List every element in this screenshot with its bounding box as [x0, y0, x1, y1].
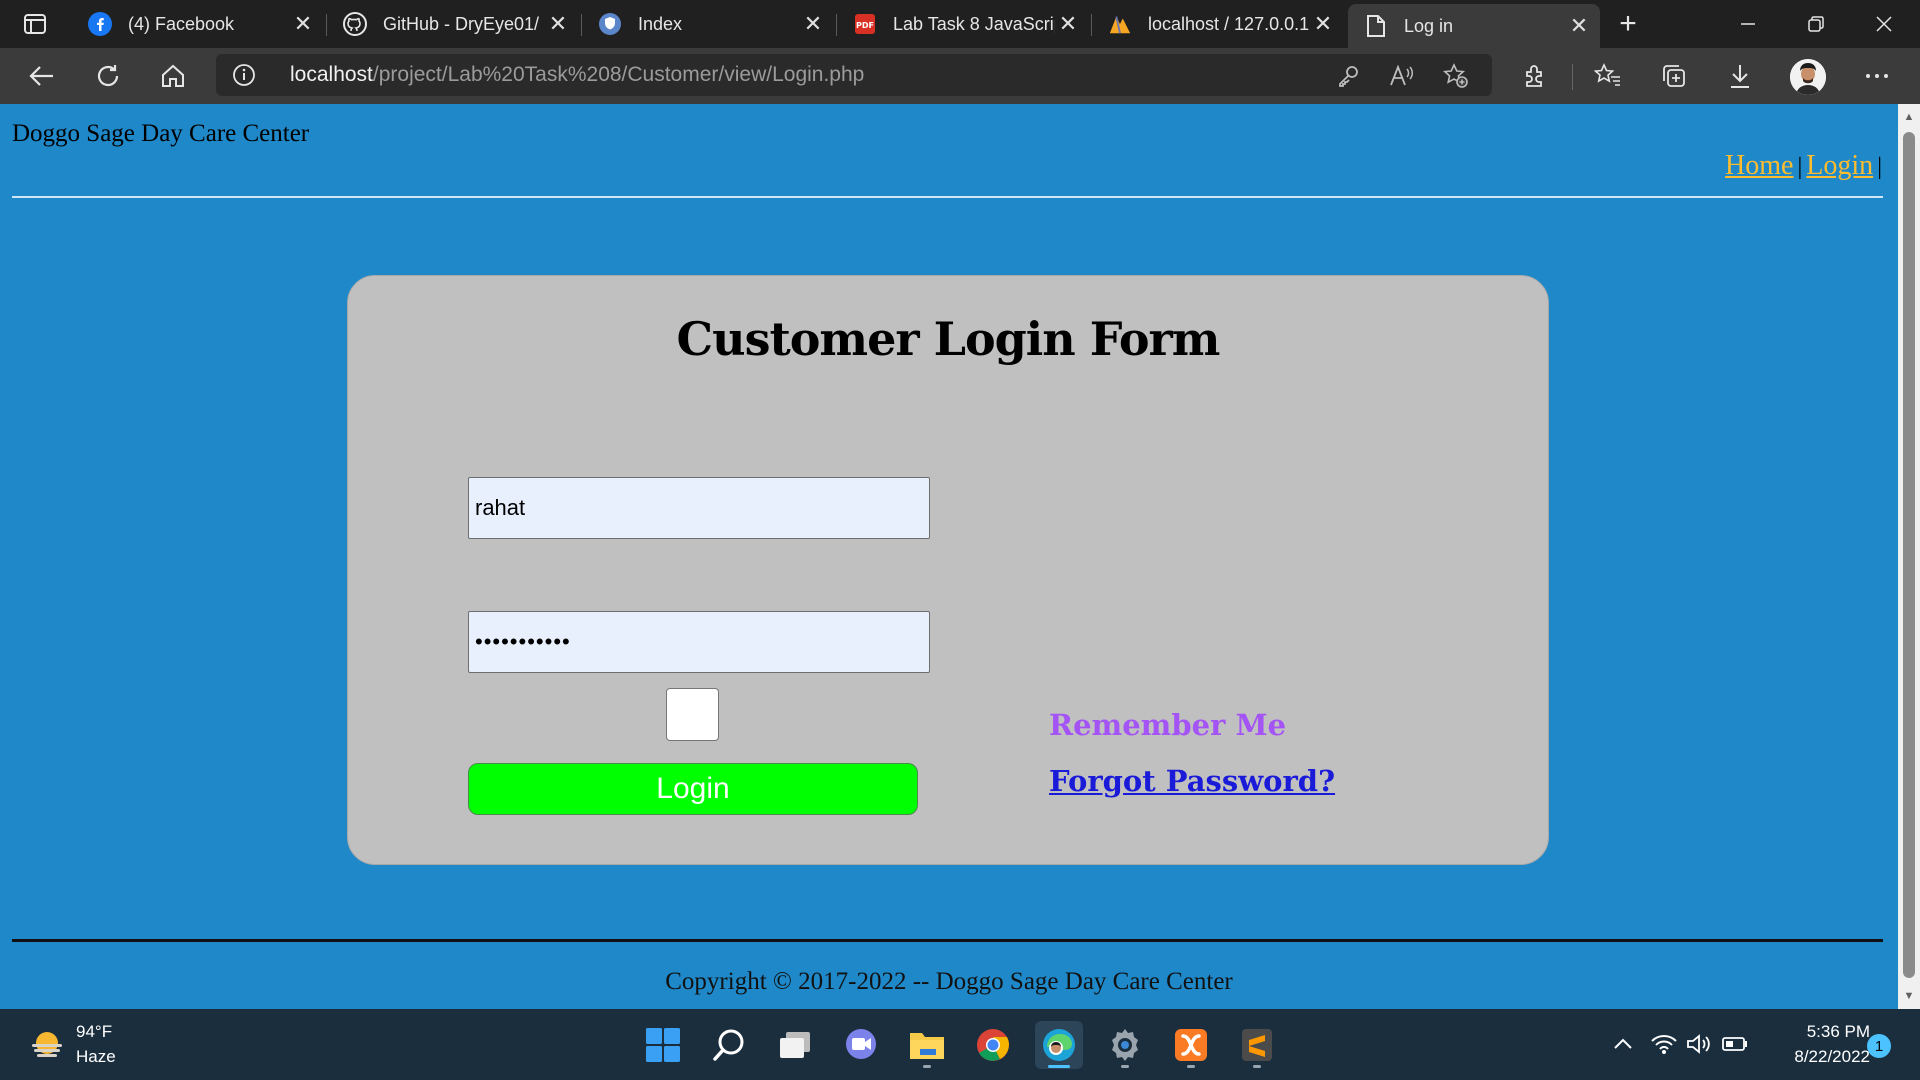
chevron-up-icon[interactable]	[1610, 1031, 1636, 1057]
nav-separator: |	[1877, 154, 1882, 180]
file-explorer-icon[interactable]	[903, 1021, 951, 1069]
url-host: localhost	[290, 63, 373, 86]
tab-title: Index	[638, 13, 683, 34]
copyright-text: Copyright © 2017-2022 -- Doggo Sage Day …	[665, 968, 1233, 995]
tab-phpmyadmin[interactable]: localhost / 127.0.0.1 ✕	[1092, 4, 1344, 44]
tab-actions-icon[interactable]	[18, 10, 52, 38]
weather-temperature[interactable]: 94°F	[76, 1022, 112, 1042]
home-button[interactable]	[153, 58, 193, 94]
nav-login-link[interactable]: Login	[1806, 150, 1873, 181]
password-input[interactable]: •••••••••••	[468, 611, 930, 673]
close-icon[interactable]: ✕	[1055, 11, 1081, 37]
settings-icon[interactable]	[1101, 1021, 1149, 1069]
pdf-icon: PDF	[853, 12, 877, 36]
toolbar-divider	[1572, 64, 1573, 90]
back-button[interactable]	[22, 58, 62, 94]
windows-taskbar: 94°F Haze 5:36 PM 8/22/2022 1	[0, 1009, 1920, 1080]
search-icon[interactable]	[705, 1021, 753, 1069]
task-view-icon[interactable]	[771, 1021, 819, 1069]
page-viewport: Doggo Sage Day Care Center Home | Login | C…	[0, 104, 1898, 1009]
running-indicator	[1187, 1065, 1195, 1068]
running-indicator	[1048, 1065, 1070, 1068]
login-button[interactable]: Login	[468, 763, 918, 815]
favorites-icon[interactable]	[1588, 58, 1628, 94]
remember-me-checkbox[interactable]	[666, 688, 719, 741]
close-icon[interactable]: ✕	[1310, 11, 1336, 37]
login-form-card: Customer Login Form rahat ••••••••••• Re…	[347, 275, 1549, 865]
site-name: Doggo Sage Day Care Center	[12, 120, 310, 147]
header-divider	[12, 196, 1883, 198]
running-indicator	[1121, 1065, 1129, 1068]
close-window-button[interactable]	[1852, 4, 1916, 44]
xampp-icon[interactable]	[1167, 1021, 1215, 1069]
chrome-icon[interactable]	[969, 1021, 1017, 1069]
svg-text:PDF: PDF	[856, 21, 874, 30]
more-options-icon[interactable]	[1857, 58, 1897, 94]
forgot-password-link[interactable]: Forgot Password?	[1049, 764, 1335, 798]
notification-badge[interactable]: 1	[1867, 1034, 1891, 1058]
form-title: Customer Login Form	[676, 312, 1221, 366]
tab-lab-task-pdf[interactable]: PDF Lab Task 8 JavaScrip ✕	[837, 4, 1089, 44]
address-bar[interactable]: localhost/project/Lab%20Task%208/Custome…	[216, 54, 1492, 96]
tab-title: Log in	[1404, 15, 1454, 36]
page-icon	[1364, 14, 1388, 38]
tab-facebook[interactable]: (4) Facebook ✕	[72, 4, 324, 44]
info-icon[interactable]	[232, 63, 256, 87]
remember-me-label: Remember Me	[1049, 708, 1287, 742]
extensions-icon[interactable]	[1515, 58, 1555, 94]
downloads-icon[interactable]	[1720, 58, 1760, 94]
add-favorite-icon[interactable]	[1442, 62, 1470, 90]
battery-icon[interactable]	[1722, 1031, 1748, 1057]
facebook-icon	[88, 12, 112, 36]
top-nav: Home | Login |	[1725, 150, 1886, 182]
weather-description[interactable]: Haze	[76, 1047, 116, 1067]
tab-index[interactable]: Index ✕	[582, 4, 834, 44]
browser-toolbar: localhost/project/Lab%20Task%208/Custome…	[0, 48, 1920, 104]
scroll-up-arrow-icon[interactable]: ▲	[1898, 106, 1920, 128]
tab-title: Lab Task 8 JavaScrip	[893, 13, 1055, 34]
running-indicator	[923, 1065, 931, 1068]
vertical-scrollbar[interactable]: ▲ ▼	[1898, 104, 1920, 1009]
shield-icon	[598, 12, 622, 36]
profile-avatar[interactable]	[1790, 59, 1826, 95]
tab-title: (4) Facebook	[128, 13, 235, 34]
browser-tab-bar: (4) Facebook ✕ GitHub - DryEye01/ ✕ Inde…	[0, 0, 1920, 48]
clock-date[interactable]: 8/22/2022	[1770, 1047, 1870, 1067]
phpmyadmin-icon	[1108, 12, 1132, 36]
close-icon[interactable]: ✕	[1566, 13, 1592, 39]
clock-time[interactable]: 5:36 PM	[1770, 1022, 1870, 1042]
collections-icon[interactable]	[1654, 58, 1694, 94]
tab-title: localhost / 127.0.0.1	[1148, 13, 1310, 34]
scroll-down-arrow-icon[interactable]: ▼	[1898, 985, 1920, 1007]
minimize-button[interactable]	[1716, 4, 1780, 44]
new-tab-button[interactable]: +	[1610, 7, 1646, 40]
username-input[interactable]: rahat	[468, 477, 930, 539]
tab-title: GitHub - DryEye01/	[383, 13, 540, 34]
tab-log-in[interactable]: Log in ✕	[1348, 4, 1600, 48]
teams-chat-icon[interactable]	[837, 1021, 885, 1069]
close-icon[interactable]: ✕	[545, 11, 571, 37]
close-icon[interactable]: ✕	[290, 11, 316, 37]
scrollbar-thumb[interactable]	[1903, 132, 1915, 978]
url-path: /project/Lab%20Task%208/Customer/view/Lo…	[372, 63, 865, 86]
wifi-icon[interactable]	[1651, 1031, 1677, 1057]
volume-icon[interactable]	[1686, 1031, 1712, 1057]
nav-home-link[interactable]: Home	[1725, 150, 1793, 181]
tab-github[interactable]: GitHub - DryEye01/ ✕	[327, 4, 579, 44]
github-icon	[343, 12, 367, 36]
read-aloud-icon[interactable]	[1388, 62, 1416, 90]
key-icon[interactable]	[1334, 62, 1362, 90]
footer-divider	[12, 939, 1883, 942]
restore-button[interactable]	[1784, 4, 1848, 44]
weather-haze-icon[interactable]	[30, 1030, 64, 1058]
url-text[interactable]: localhost/project/Lab%20Task%208/Custome…	[290, 63, 864, 87]
edge-icon[interactable]	[1035, 1021, 1083, 1069]
close-icon[interactable]: ✕	[800, 11, 826, 37]
running-indicator	[1253, 1065, 1261, 1068]
nav-separator: |	[1797, 154, 1803, 180]
refresh-button[interactable]	[88, 58, 128, 94]
sublime-text-icon[interactable]	[1233, 1021, 1281, 1069]
start-icon[interactable]	[639, 1021, 687, 1069]
